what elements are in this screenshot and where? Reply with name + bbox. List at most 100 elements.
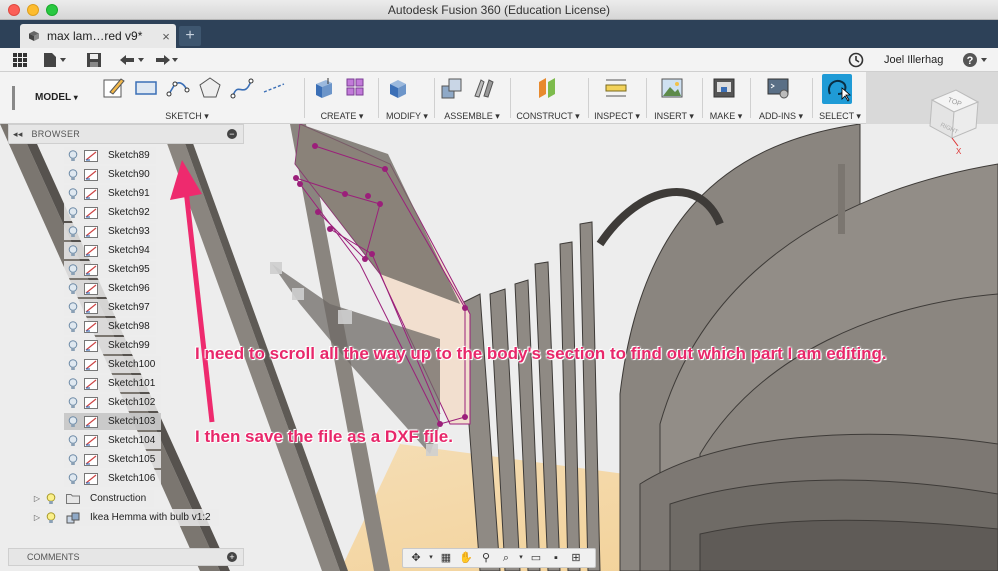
zoom-dropdown-icon[interactable]: ▾ [517,551,525,565]
new-tab-button[interactable]: + [179,26,201,46]
look-at-icon[interactable]: ▦ [437,551,455,565]
toolbar-group-label[interactable]: CREATE ▾ [312,111,372,122]
press-pull-icon[interactable] [386,76,410,100]
scripts-addins-icon[interactable] [766,76,790,100]
fit-zoom-icon[interactable]: ⌕ [497,551,515,565]
visibility-bulb-icon[interactable] [68,282,78,295]
expand-arrow-icon[interactable]: ▷ [30,513,44,522]
undo-icon[interactable] [116,52,146,68]
visibility-bulb-icon[interactable] [68,187,78,200]
offset-plane-icon[interactable] [536,76,560,100]
browser-sketch-row[interactable]: Sketch102 [64,394,162,411]
data-panel-grid-icon[interactable] [12,52,28,68]
rectangle-icon[interactable] [134,76,158,100]
visibility-bulb-icon[interactable] [68,263,78,276]
browser-sketch-row[interactable]: Sketch91 [64,185,156,202]
visibility-bulb-icon[interactable] [68,472,78,485]
browser-sketch-row[interactable]: Sketch93 [64,223,156,240]
zoom-icon[interactable]: ⚲ [477,551,495,565]
browser-sketch-row[interactable]: Sketch105 [64,451,162,468]
orbit-icon[interactable]: ✥ [407,551,425,565]
visibility-bulb-icon[interactable] [68,358,78,371]
browser-sketch-row[interactable]: Sketch104 [64,432,162,449]
visibility-bulb-icon[interactable] [46,511,56,524]
minimize-browser-icon[interactable]: − [227,129,237,139]
joint-icon[interactable] [472,76,496,100]
window-close-button[interactable] [8,4,20,16]
browser-sketch-row[interactable]: Sketch90 [64,166,156,183]
toolbar-group-label[interactable]: MODIFY ▾ [386,111,428,122]
visibility-bulb-icon[interactable] [68,434,78,447]
extrude-icon[interactable] [312,76,336,100]
toolbar-group-label[interactable]: MAKE ▾ [706,111,746,122]
view-cube[interactable]: TOP RIGHT X [918,84,988,156]
spline-icon[interactable] [230,76,254,100]
document-tab[interactable]: max lam…red v9* × [20,24,176,48]
browser-folder-row[interactable]: ▷ Ikea Hemma with bulb v1:2 [30,509,219,526]
visibility-bulb-icon[interactable] [68,225,78,238]
browser-sketch-row[interactable]: Sketch95 [64,261,156,278]
browser-sketch-row[interactable]: Sketch100 [64,356,162,373]
line-icon[interactable] [166,76,190,100]
visibility-bulb-icon[interactable] [68,168,78,181]
visibility-bulb-icon[interactable] [68,320,78,333]
file-menu-icon[interactable] [42,52,68,68]
visibility-bulb-icon[interactable] [68,415,78,428]
add-comment-icon[interactable]: + [227,552,237,562]
expand-arrow-icon[interactable]: ▷ [30,494,44,503]
toolbar-group-label[interactable]: INSERT ▾ [652,111,696,122]
toolbar-group-label[interactable]: SKETCH ▾ [92,111,282,122]
visibility-bulb-icon[interactable] [68,339,78,352]
browser-sketch-row[interactable]: Sketch98 [64,318,156,335]
select-icon[interactable] [822,74,852,104]
browser-header[interactable]: ◂◂ BROWSER − [8,124,244,144]
grid-snaps-icon[interactable]: ▪ [547,551,565,565]
user-account-name[interactable]: Joel Illerhag [884,54,943,66]
job-status-clock-icon[interactable] [848,52,864,68]
visibility-bulb-icon[interactable] [46,492,56,505]
browser-sketch-row[interactable]: Sketch106 [64,470,162,487]
viewports-icon[interactable]: ⊞ [567,551,585,565]
collapse-browser-icon[interactable]: ◂◂ [13,129,23,139]
measure-icon[interactable] [604,76,628,100]
pattern-icon[interactable] [344,76,368,100]
redo-icon[interactable] [150,52,180,68]
window-minimize-button[interactable] [27,4,39,16]
pan-hand-icon[interactable]: ✋ [457,551,475,565]
browser-sketch-row[interactable]: Sketch92 [64,204,156,221]
insert-image-icon[interactable] [660,76,684,100]
toolbar-group-label[interactable]: ASSEMBLE ▾ [440,111,504,122]
display-settings-icon[interactable]: ▭ [527,551,545,565]
comments-panel[interactable]: COMMENTS + [8,548,244,566]
visibility-bulb-icon[interactable] [68,206,78,219]
polygon-icon[interactable] [198,76,222,100]
create-sketch-icon[interactable] [102,76,126,100]
visibility-bulb-icon[interactable] [68,377,78,390]
browser-sketch-row[interactable]: Sketch97 [64,299,156,316]
construction-line-icon[interactable] [262,76,286,100]
save-icon[interactable] [86,52,102,68]
new-component-icon[interactable] [440,76,464,100]
workspace-switcher[interactable]: MODEL ▾ [12,86,94,110]
toolbar-group-label[interactable]: ADD-INS ▾ [754,111,808,122]
help-icon[interactable]: ? [962,52,990,68]
toolbar-group-label[interactable]: INSPECT ▾ [594,111,640,122]
toolbar-group-label[interactable]: CONSTRUCT ▾ [516,111,580,122]
window-maximize-button[interactable] [46,4,58,16]
visibility-bulb-icon[interactable] [68,244,78,257]
visibility-bulb-icon[interactable] [68,301,78,314]
visibility-bulb-icon[interactable] [68,149,78,162]
browser-sketch-row[interactable]: Sketch96 [64,280,156,297]
browser-sketch-row[interactable]: Sketch94 [64,242,156,259]
browser-sketch-row[interactable]: Sketch99 [64,337,156,354]
browser-sketch-row[interactable]: Sketch89 [64,147,156,164]
3d-print-icon[interactable] [712,76,736,100]
close-tab-icon[interactable]: × [156,29,176,44]
visibility-bulb-icon[interactable] [68,453,78,466]
visibility-bulb-icon[interactable] [68,396,78,409]
orbit-dropdown-icon[interactable]: ▾ [427,551,435,565]
browser-sketch-row[interactable]: Sketch103 [64,413,162,430]
browser-sketch-row[interactable]: Sketch101 [64,375,162,392]
browser-folder-row[interactable]: ▷ Construction [30,490,155,507]
toolbar-group-label[interactable]: SELECT ▾ [816,111,864,122]
